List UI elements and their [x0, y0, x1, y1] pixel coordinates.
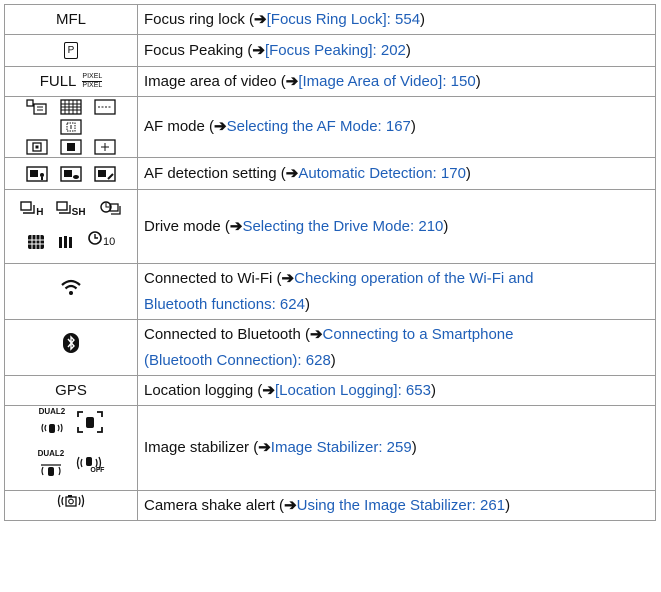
table-row: GPS Location logging (➔[Location Logging…: [4, 375, 656, 407]
icon-reference-table: MFL Focus ring lock (➔[Focus Ring Lock]:…: [4, 4, 656, 522]
af-detection-icons: [4, 157, 138, 191]
table-row: H SH 10 Drive mode (➔Selecting the Drive…: [4, 189, 656, 265]
self-timer-10-icon: 10: [87, 229, 115, 254]
row-description: Focus Peaking (➔[Focus Peaking]: 202): [137, 34, 656, 67]
burst-timer-icon: [98, 200, 122, 224]
af-tracking-icon: [26, 99, 47, 115]
camera-shake-alert-icon: [4, 490, 138, 522]
af-1-area-icon: [60, 139, 82, 155]
table-row: AF mode (➔Selecting the AF Mode: 167): [4, 95, 656, 159]
af-zone-square-icon: [60, 119, 82, 135]
row-description: Drive mode (➔Selecting the Drive Mode: 2…: [137, 189, 656, 265]
full-pixel-icon: FULL PIXEL PIXEL: [4, 66, 138, 97]
focus-ring-lock-link[interactable]: [Focus Ring Lock]: 554: [267, 11, 420, 28]
row-description: Image stabilizer (➔Image Stabilizer: 259…: [137, 405, 656, 492]
table-row: DUAL2 DUAL2 OFF Image stabilizer (➔Image…: [4, 405, 656, 492]
using-image-stabilizer-link[interactable]: Using the Image Stabilizer: 261: [297, 497, 505, 514]
image-area-link[interactable]: [Image Area of Video]: 150: [298, 73, 475, 90]
table-row: MFL Focus ring lock (➔[Focus Ring Lock]:…: [4, 4, 656, 35]
table-row: Camera shake alert (➔Using the Image Sta…: [4, 490, 656, 522]
table-row: Connected to Bluetooth (➔Connecting to a…: [4, 319, 656, 377]
af-1-area-plus-icon: [26, 139, 48, 155]
table-row: P Focus Peaking (➔[Focus Peaking]: 202): [4, 34, 656, 67]
row-description: AF mode (➔Selecting the AF Mode: 167): [137, 95, 656, 159]
bluetooth-icon: [4, 319, 138, 377]
row-description: Camera shake alert (➔Using the Image Sta…: [137, 490, 656, 522]
row-description: Focus ring lock (➔[Focus Ring Lock]: 554…: [137, 4, 656, 35]
focus-peaking-icon: P: [4, 34, 138, 67]
dual2-stabilizer-icon: DUAL2: [39, 408, 65, 446]
6k-photo-icon: [27, 234, 44, 249]
stabilizer-off-icon: OFF: [76, 453, 104, 486]
drive-mode-icons: H SH 10: [4, 189, 138, 265]
row-description: AF detection setting (➔Automatic Detecti…: [137, 157, 656, 191]
af-mode-link[interactable]: Selecting the AF Mode: 167: [227, 118, 411, 135]
drive-mode-link[interactable]: Selecting the Drive Mode: 210: [242, 218, 443, 235]
table-row: Connected to Wi-Fi (➔Checking operation …: [4, 263, 656, 321]
gps-icon: GPS: [4, 375, 138, 407]
burst-sh-icon: SH: [55, 199, 86, 225]
row-description: Connected to Bluetooth (➔Connecting to a…: [137, 319, 656, 377]
detect-animal-icon: [60, 165, 82, 182]
wifi-icon: [4, 263, 138, 321]
af-mode-icons: [4, 95, 138, 159]
dual2-panning-icon: DUAL2: [38, 450, 64, 488]
af-detection-link[interactable]: Automatic Detection: 170: [298, 165, 466, 182]
row-description: Location logging (➔[Location Logging]: 6…: [137, 375, 656, 407]
row-description: Image area of video (➔[Image Area of Vid…: [137, 66, 656, 97]
post-focus-icon: [58, 235, 72, 248]
location-logging-link[interactable]: [Location Logging]: 653: [275, 382, 431, 399]
stabilizer-mode-icon: [77, 410, 104, 444]
table-row: AF detection setting (➔Automatic Detecti…: [4, 157, 656, 191]
row-description: Connected to Wi-Fi (➔Checking operation …: [137, 263, 656, 321]
af-225-area-icon: [60, 99, 82, 115]
image-stabilizer-link[interactable]: Image Stabilizer: 259: [271, 439, 412, 456]
image-stabilizer-icons: DUAL2 DUAL2 OFF: [4, 405, 138, 492]
af-pinpoint-icon: [94, 139, 116, 155]
burst-h-icon: H: [20, 199, 43, 225]
detect-vehicle-icon: [94, 165, 116, 182]
table-row: FULL PIXEL PIXEL Image area of video (➔[Im…: [4, 66, 656, 97]
focus-peaking-link[interactable]: [Focus Peaking]: 202: [265, 42, 406, 59]
af-zone-horizontal-icon: [94, 99, 116, 115]
mfl-icon: MFL: [4, 4, 138, 35]
detect-human-icon: [26, 165, 48, 182]
